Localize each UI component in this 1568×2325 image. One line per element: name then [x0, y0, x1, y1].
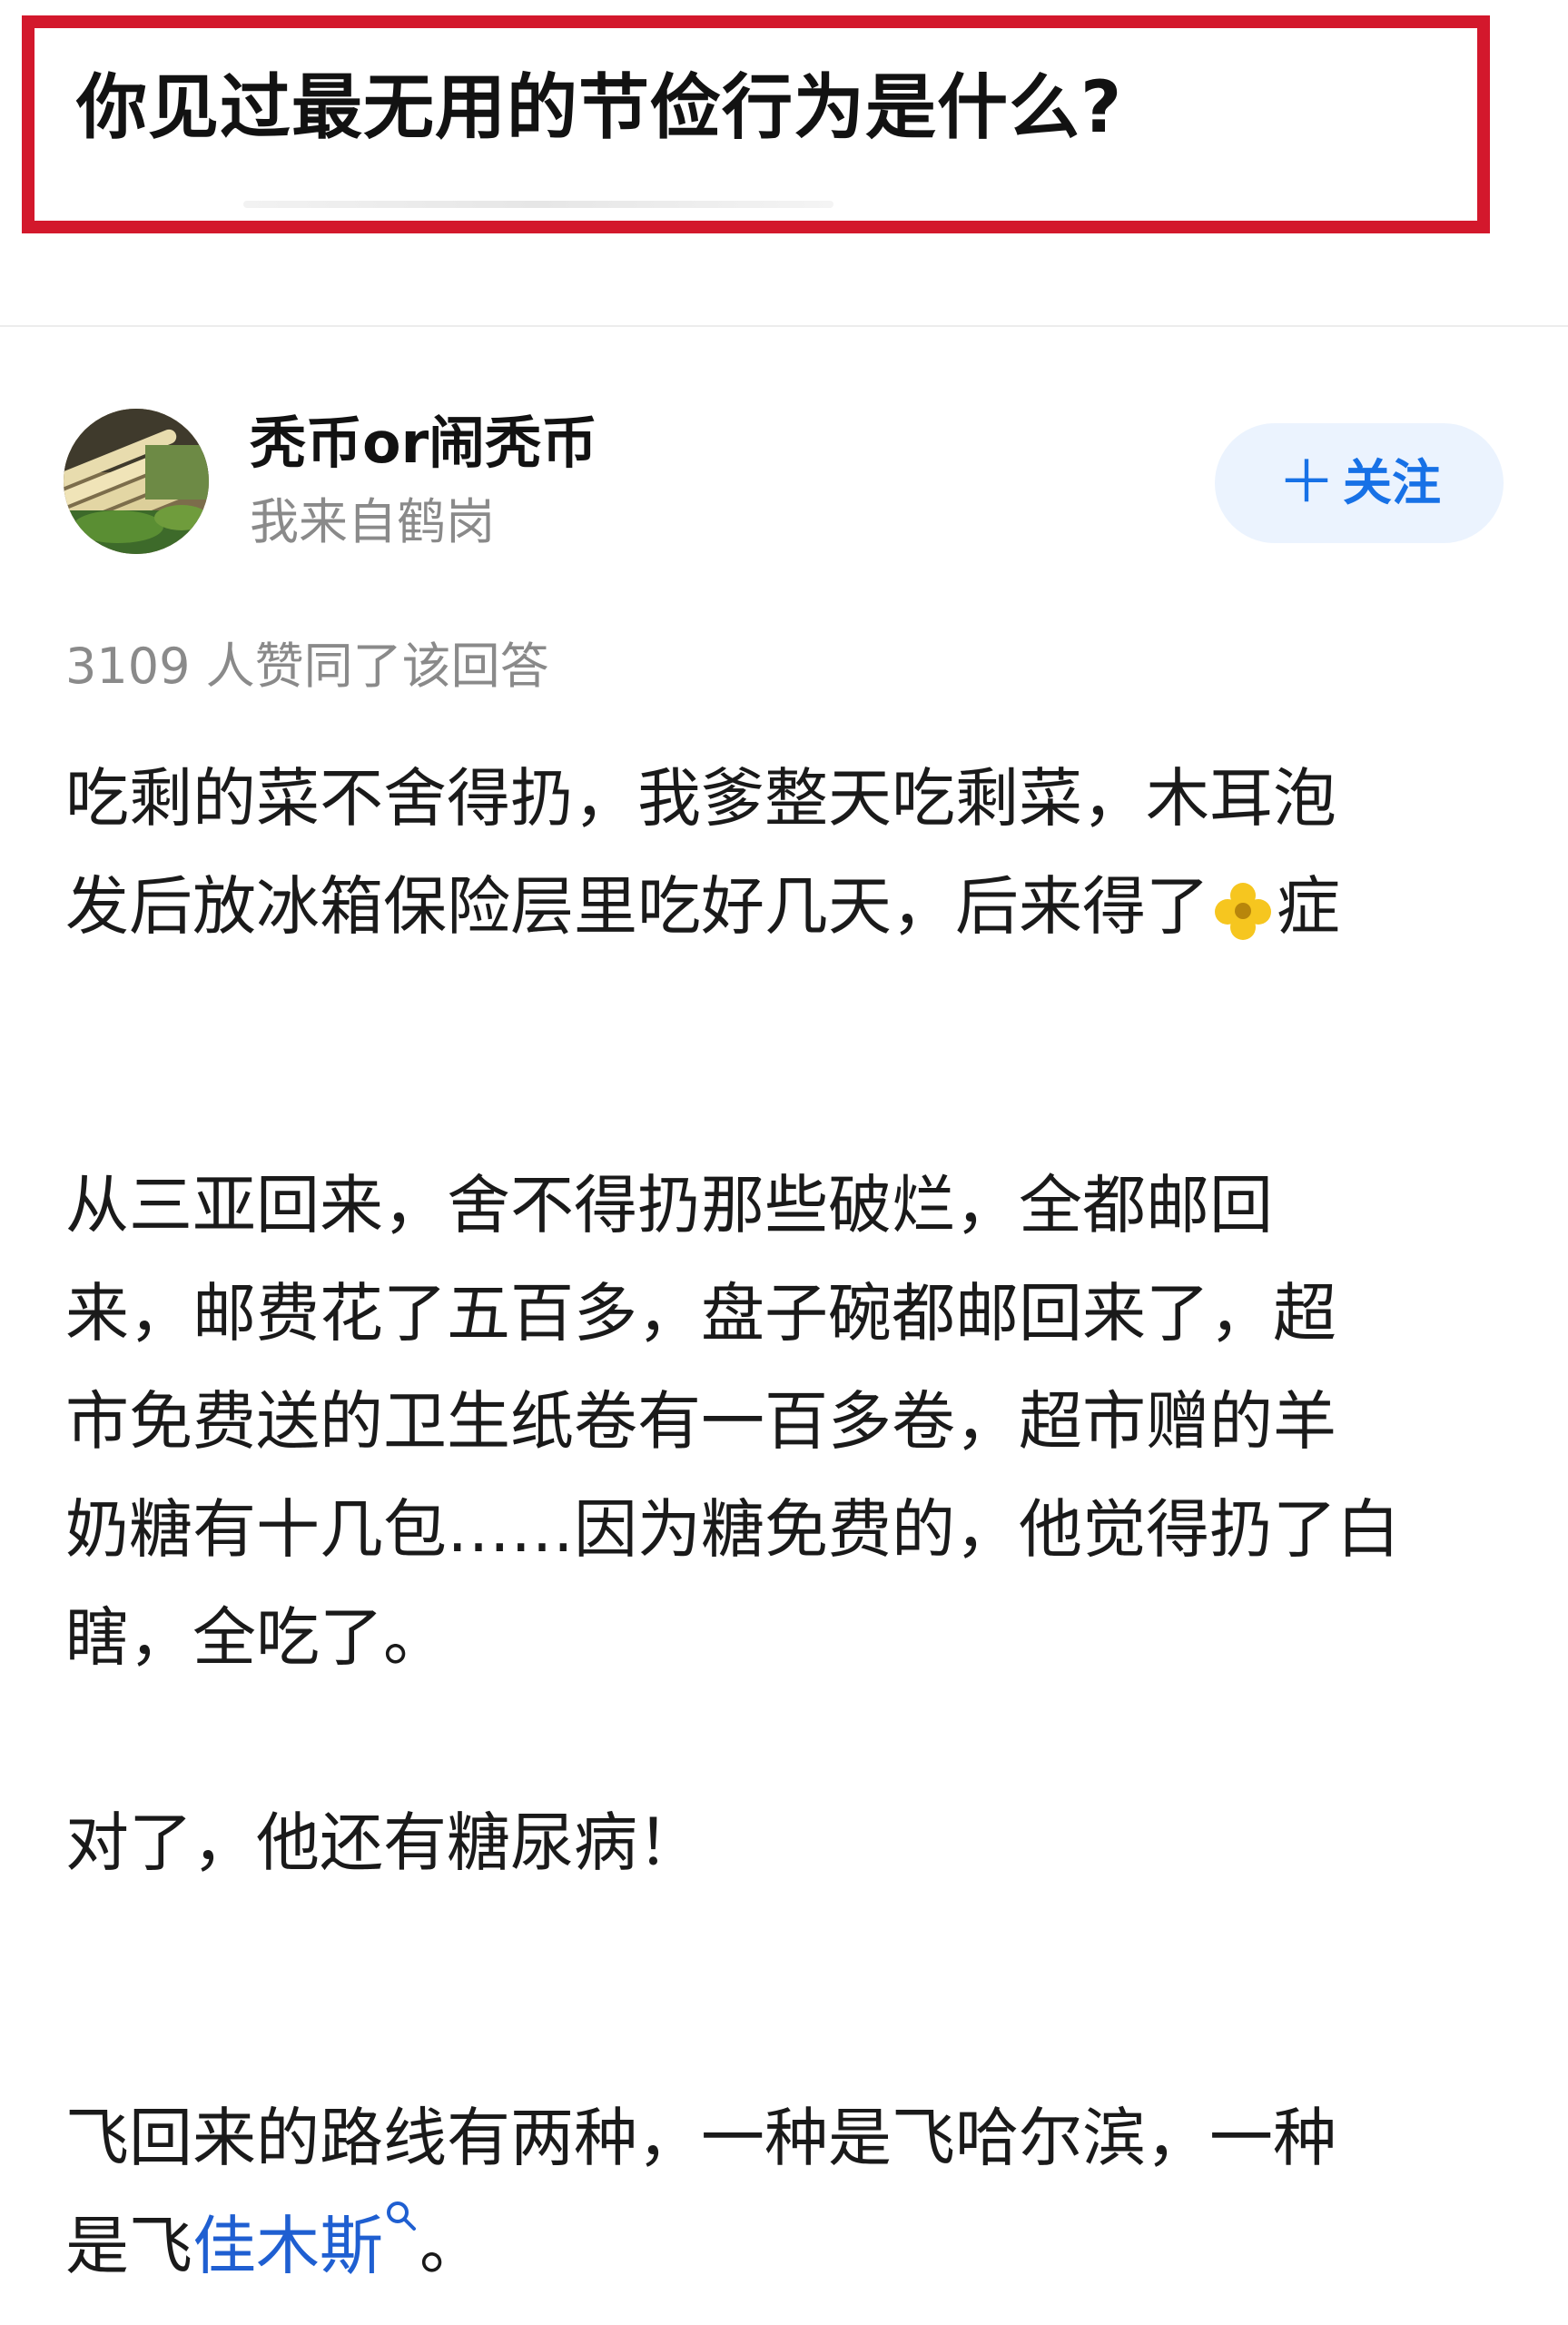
author-avatar[interactable] — [64, 409, 209, 554]
answer-line: 奶糖有十几包……因为糖免费的，他觉得扔了白 — [65, 1492, 1400, 1567]
answer-text: 是飞 — [65, 2209, 192, 2283]
answer-line: 来，邮费花了五百多，盘子碗都邮回来了，超 — [65, 1276, 1336, 1350]
answer-text: 。 — [419, 2209, 483, 2283]
answer-line: 吃剩的菜不舍得扔，我爹整天吃剩菜，木耳泡 — [65, 761, 1336, 836]
author-bio: 我来自鹤岗 — [250, 493, 495, 550]
search-link[interactable]: 佳木斯 — [192, 2209, 383, 2283]
cropped-subtitle-remnant — [243, 201, 833, 208]
answer-text: 发后放冰箱保险层里吃好几天，后来得了 — [65, 869, 1209, 944]
answer-line: 对了，他还有糖尿病！ — [65, 1806, 701, 1880]
answer-line: 从三亚回来，舍不得扔那些破烂，全都邮回 — [65, 1168, 1273, 1242]
flower-emoji-icon — [1215, 882, 1271, 940]
answer-line: 发后放冰箱保险层里吃好几天，后来得了 症 — [65, 853, 1340, 961]
answer-line: 市免费送的卫生纸卷有一百多卷，超市赠的羊 — [65, 1384, 1336, 1459]
question-title-highlight: 你见过最无用的节俭行为是什么? — [22, 15, 1490, 233]
follow-button[interactable]: ＋ 关注 — [1215, 423, 1504, 543]
author-name[interactable]: 秃币or闹秃币 — [250, 407, 597, 480]
section-divider — [0, 325, 1568, 327]
follow-label: 关注 — [1343, 454, 1441, 511]
vote-summary[interactable]: 3109 人赞同了该回答 — [65, 632, 549, 701]
question-title[interactable]: 你见过最无用的节俭行为是什么? — [76, 63, 1122, 153]
search-icon[interactable] — [383, 2198, 419, 2234]
answer-text: 症 — [1277, 869, 1340, 944]
answer-line: 瞎，全吃了。 — [65, 1600, 447, 1675]
plus-icon: ＋ — [1277, 450, 1336, 517]
answer-line: 是飞佳木斯 。 — [65, 2192, 483, 2300]
answer-line: 飞回来的路线有两种，一种是飞哈尔滨，一种 — [65, 2101, 1336, 2175]
avatar-image — [64, 409, 209, 554]
